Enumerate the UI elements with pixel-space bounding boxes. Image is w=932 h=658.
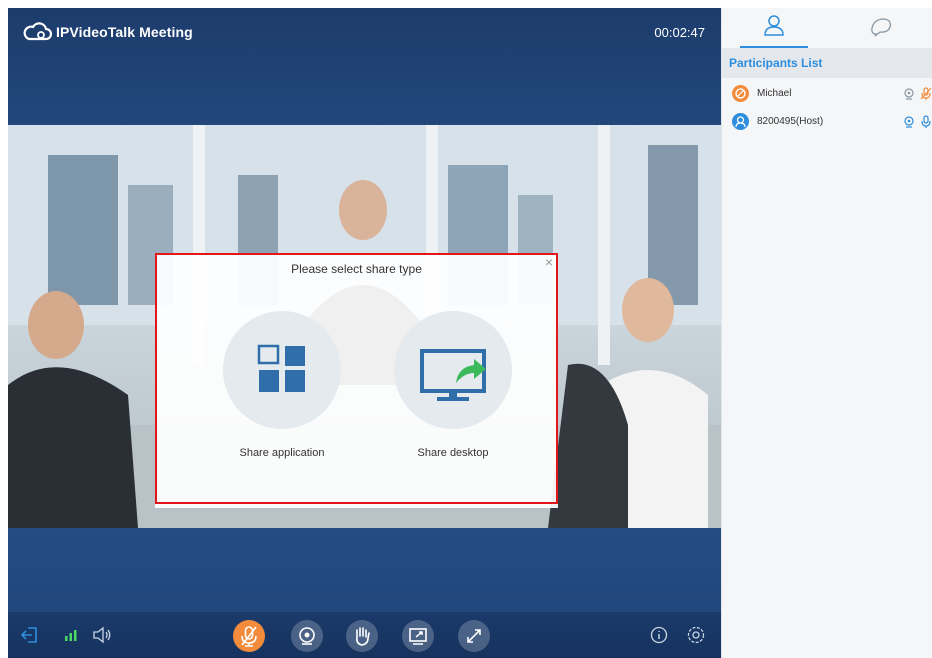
participant-mic-muted-icon[interactable]: [919, 86, 932, 102]
info-icon[interactable]: [650, 626, 668, 644]
section-title: Participants List: [729, 56, 823, 70]
sidebar-tabs: [722, 8, 932, 48]
participants-sidebar: Participants List Michael 8200495(Host): [721, 8, 932, 658]
participant-camera-icon[interactable]: [902, 114, 916, 130]
share-screen-icon: [409, 628, 427, 645]
participants-list-header: Participants List: [722, 48, 932, 78]
meeting-area: IPVideoTalk Meeting 00:02:47 Please sele…: [8, 8, 721, 658]
speaker-icon[interactable]: [92, 626, 112, 644]
share-screen-button[interactable]: [402, 620, 434, 652]
bottom-toolbar: [8, 612, 721, 658]
avatar: [732, 113, 749, 130]
hand-icon: [356, 627, 370, 646]
close-icon[interactable]: ×: [545, 255, 553, 269]
app-title: IPVideoTalk Meeting: [56, 24, 193, 40]
chat-bubble-icon: [871, 18, 892, 37]
raise-hand-button[interactable]: [346, 620, 378, 652]
expand-icon: [467, 629, 481, 643]
participant-row[interactable]: Michael: [722, 80, 932, 108]
dialog-title: Please select share type: [291, 262, 422, 276]
mute-microphone-button[interactable]: [233, 620, 265, 652]
tab-chat[interactable]: [828, 8, 932, 48]
user-avatar-icon: [735, 88, 746, 99]
share-desktop-option[interactable]: Share desktop: [385, 311, 521, 471]
cloud-logo-icon: [23, 22, 52, 41]
avatar: [732, 85, 749, 102]
participant-name: 8200495(Host): [757, 116, 824, 127]
windows-grid-icon: [257, 344, 305, 392]
settings-icon[interactable]: [686, 625, 706, 645]
camera-button[interactable]: [291, 620, 323, 652]
top-bar: IPVideoTalk Meeting 00:02:47: [8, 8, 721, 56]
participant-mic-icon[interactable]: [919, 114, 932, 130]
participant-camera-icon[interactable]: [902, 86, 916, 102]
video-feed: Please select share type × Share applica…: [8, 125, 721, 528]
share-type-dialog: Please select share type × Share applica…: [155, 253, 558, 508]
share-application-label: Share application: [239, 447, 325, 459]
exit-icon[interactable]: [20, 625, 40, 645]
monitor-share-icon: [420, 349, 486, 401]
share-application-circle: [223, 311, 341, 429]
microphone-muted-icon: [241, 626, 257, 647]
tab-participants[interactable]: [722, 8, 826, 48]
participant-row[interactable]: 8200495(Host): [722, 108, 932, 136]
camera-icon: [299, 627, 315, 645]
user-avatar-icon: [735, 116, 746, 128]
signal-icon: [65, 630, 77, 641]
meeting-timer: 00:02:47: [654, 25, 705, 40]
share-desktop-label: Share desktop: [417, 447, 489, 459]
person-icon: [764, 15, 784, 36]
share-application-option[interactable]: Share application: [214, 311, 350, 471]
participant-name: Michael: [757, 88, 792, 99]
share-desktop-circle: [394, 311, 512, 429]
fullscreen-button[interactable]: [458, 620, 490, 652]
